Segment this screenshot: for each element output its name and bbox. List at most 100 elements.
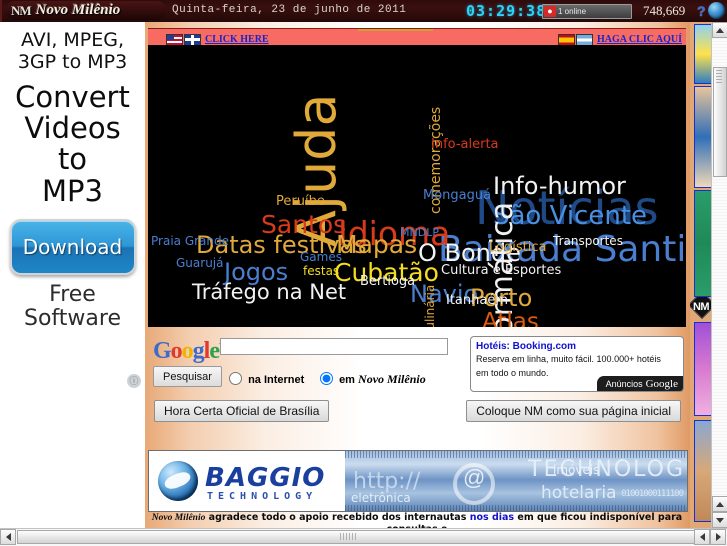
horizontal-scrollbar-grip [340, 533, 356, 540]
cloud-word[interactable]: Games [300, 251, 342, 263]
word-cloud-navigation[interactable]: AjudaNotíciasBaixada SantistaIdiomaInfo-… [148, 45, 686, 327]
site-header-bar: NM Novo Milênio Quinta-feira, 23 de junh… [0, 0, 727, 22]
logo-wordmark: Novo Milênio [35, 2, 121, 18]
ad-title[interactable]: Hotéis: Booking.com [476, 341, 683, 352]
search-scope-site-radio[interactable] [320, 372, 333, 385]
cloud-word[interactable]: Guarujá [176, 257, 223, 269]
person-icon: ● [544, 6, 556, 17]
scroll-up-button[interactable] [712, 22, 727, 38]
swoosh-globe-icon [158, 461, 198, 501]
cloud-word[interactable]: Itanhaém [446, 294, 508, 307]
us-flag-icon [166, 33, 183, 46]
site-logo[interactable]: NM Novo Milênio [6, 1, 166, 20]
cloud-word[interactable]: Culinária [423, 285, 437, 327]
cloud-word[interactable]: festas [303, 265, 339, 277]
header-left-edge [0, 0, 2, 22]
ad-footer-text: Free Software [24, 281, 121, 332]
search-input[interactable] [220, 338, 448, 355]
click-here-label: CLICK HERE [205, 34, 269, 46]
haga-clic-aqui-label: HAGA CLIC AQUÍ [596, 34, 682, 46]
footer-link-dias[interactable]: dias [492, 512, 514, 523]
sidebar-thumbnail[interactable] [694, 24, 711, 84]
footer-link-nos[interactable]: nos [470, 512, 489, 523]
vertical-scrollbar-grip [716, 70, 722, 84]
official-time-button[interactable]: Hora Certa Oficial de Brasília [154, 400, 330, 422]
nm-badge-label: NM [692, 301, 710, 313]
baggio-technology-banner[interactable]: BAGGIO TECHNOLOGY http:// imóveis TECHNO… [148, 450, 688, 512]
radio-option-internet[interactable]: na Internet [224, 369, 304, 386]
header-clock: 03:29:38 [466, 2, 547, 20]
banner-binary-text: 01001000111100 [621, 489, 684, 499]
nm-diamond-badge[interactable]: NM [690, 290, 711, 320]
cloud-word[interactable]: Santos [261, 212, 346, 237]
adchoices-icon[interactable]: ⓘ [127, 374, 141, 388]
triangle-up-icon [716, 27, 724, 33]
cloud-word[interactable]: Transportes [553, 235, 623, 247]
cloud-word[interactable]: Atlas [482, 311, 539, 328]
footer-brand: Novo Milênio [151, 513, 206, 523]
browser-page: NM Novo Milênio Quinta-feira, 23 de junh… [0, 0, 727, 546]
download-button[interactable]: Download [9, 218, 136, 275]
cloud-word[interactable]: Info-alerta [431, 138, 499, 151]
google-ad-box[interactable]: Hotéis: Booking.com Reserva em linha, mu… [470, 336, 684, 392]
ad-provider-prefix: Anúncios [605, 378, 643, 389]
sidebar-thumbnail[interactable] [694, 86, 711, 188]
banner-subtitle: TECHNOLOGY [207, 491, 318, 502]
horizontal-scrollbar-thumb[interactable] [17, 530, 697, 544]
set-homepage-button[interactable]: Coloque NM como sua página inicial [466, 400, 681, 422]
search-scope-internet-radio[interactable] [229, 372, 242, 385]
uk-flag-icon [184, 33, 201, 46]
scroll-left-button-secondary[interactable] [694, 529, 710, 545]
at-sign-icon [453, 463, 495, 505]
cloud-word[interactable]: Mongaguá [423, 189, 491, 202]
search-button[interactable]: Pesquisar [153, 366, 222, 387]
triangle-right-icon [715, 533, 721, 541]
ad-description-1: Reserva em linha, muito fácil. 100.000+ … [476, 354, 661, 364]
triangle-down-icon [716, 517, 724, 523]
cloud-word[interactable]: Cultura e Esportes [441, 264, 561, 277]
online-counter-badge[interactable]: ● 1 online [542, 4, 632, 19]
logo-monogram: NM [11, 2, 32, 18]
triangle-left-icon [5, 533, 11, 541]
scroll-up-button-secondary[interactable] [712, 496, 727, 512]
banner-graphic-half: http:// imóveis TECHNOLOG hotelaria elet… [345, 451, 687, 511]
banner-hotelaria-text: hotelaria [541, 483, 617, 503]
left-advertisement[interactable]: AVI, MPEG, 3GP to MP3 Convert Videos to … [0, 22, 145, 422]
search-section: Google™ Pesquisar na Internet em Novo Mi… [148, 332, 686, 394]
radio-option-site[interactable]: em Novo Milênio [315, 369, 426, 387]
scroll-left-button[interactable] [0, 529, 16, 545]
banner-brand: BAGGIO [205, 463, 326, 493]
spain-flag-icon [557, 33, 575, 46]
header-date: Quinta-feira, 23 de junho de 2011 [172, 4, 407, 16]
cloud-word[interactable]: Logística [489, 241, 546, 254]
question-mark-icon[interactable]: ? [697, 3, 706, 19]
online-count-label: 1 online [558, 7, 587, 16]
horizontal-scrollbar[interactable] [0, 528, 727, 546]
triangle-left-icon-secondary [699, 533, 705, 541]
banner-logo-half: BAGGIO TECHNOLOGY [149, 451, 345, 511]
cloud-word[interactable]: Info-humor [493, 174, 626, 198]
main-content-panel: CLICK HERE HAGA CLIC AQUÍ Ajuda Notícias B… [145, 22, 690, 528]
globe-icon[interactable] [708, 2, 725, 19]
sidebar-thumbnail[interactable] [694, 322, 711, 416]
radio-internet-label: na Internet [248, 374, 305, 386]
cloud-word[interactable]: Bertioga [360, 275, 415, 288]
triangle-up-icon-secondary [716, 501, 724, 507]
cloud-word[interactable]: Tráfego na Net [192, 282, 346, 303]
ad-subtitle: AVI, MPEG, 3GP to MP3 [17, 29, 128, 73]
scroll-right-button[interactable] [710, 529, 726, 545]
cloud-word[interactable]: Peruíbe [276, 195, 325, 208]
cloud-word[interactable]: MNDLP [400, 227, 439, 238]
right-thumbnail-column[interactable]: NM [690, 22, 711, 528]
cloud-word[interactable]: Praia Grande [151, 235, 229, 247]
scroll-down-button[interactable] [712, 512, 727, 528]
sidebar-thumbnail[interactable] [694, 190, 711, 297]
google-logo: Google™ [153, 338, 228, 364]
sidebar-thumbnail[interactable] [694, 420, 711, 522]
banner-scanline-bottom [345, 505, 687, 511]
ad-provider-tag: Anúncios Google [596, 376, 683, 391]
hit-counter: 748,669 [643, 3, 686, 18]
vertical-scrollbar[interactable] [711, 22, 727, 528]
language-bar-accent [358, 29, 433, 31]
argentina-flag-icon [575, 33, 593, 46]
